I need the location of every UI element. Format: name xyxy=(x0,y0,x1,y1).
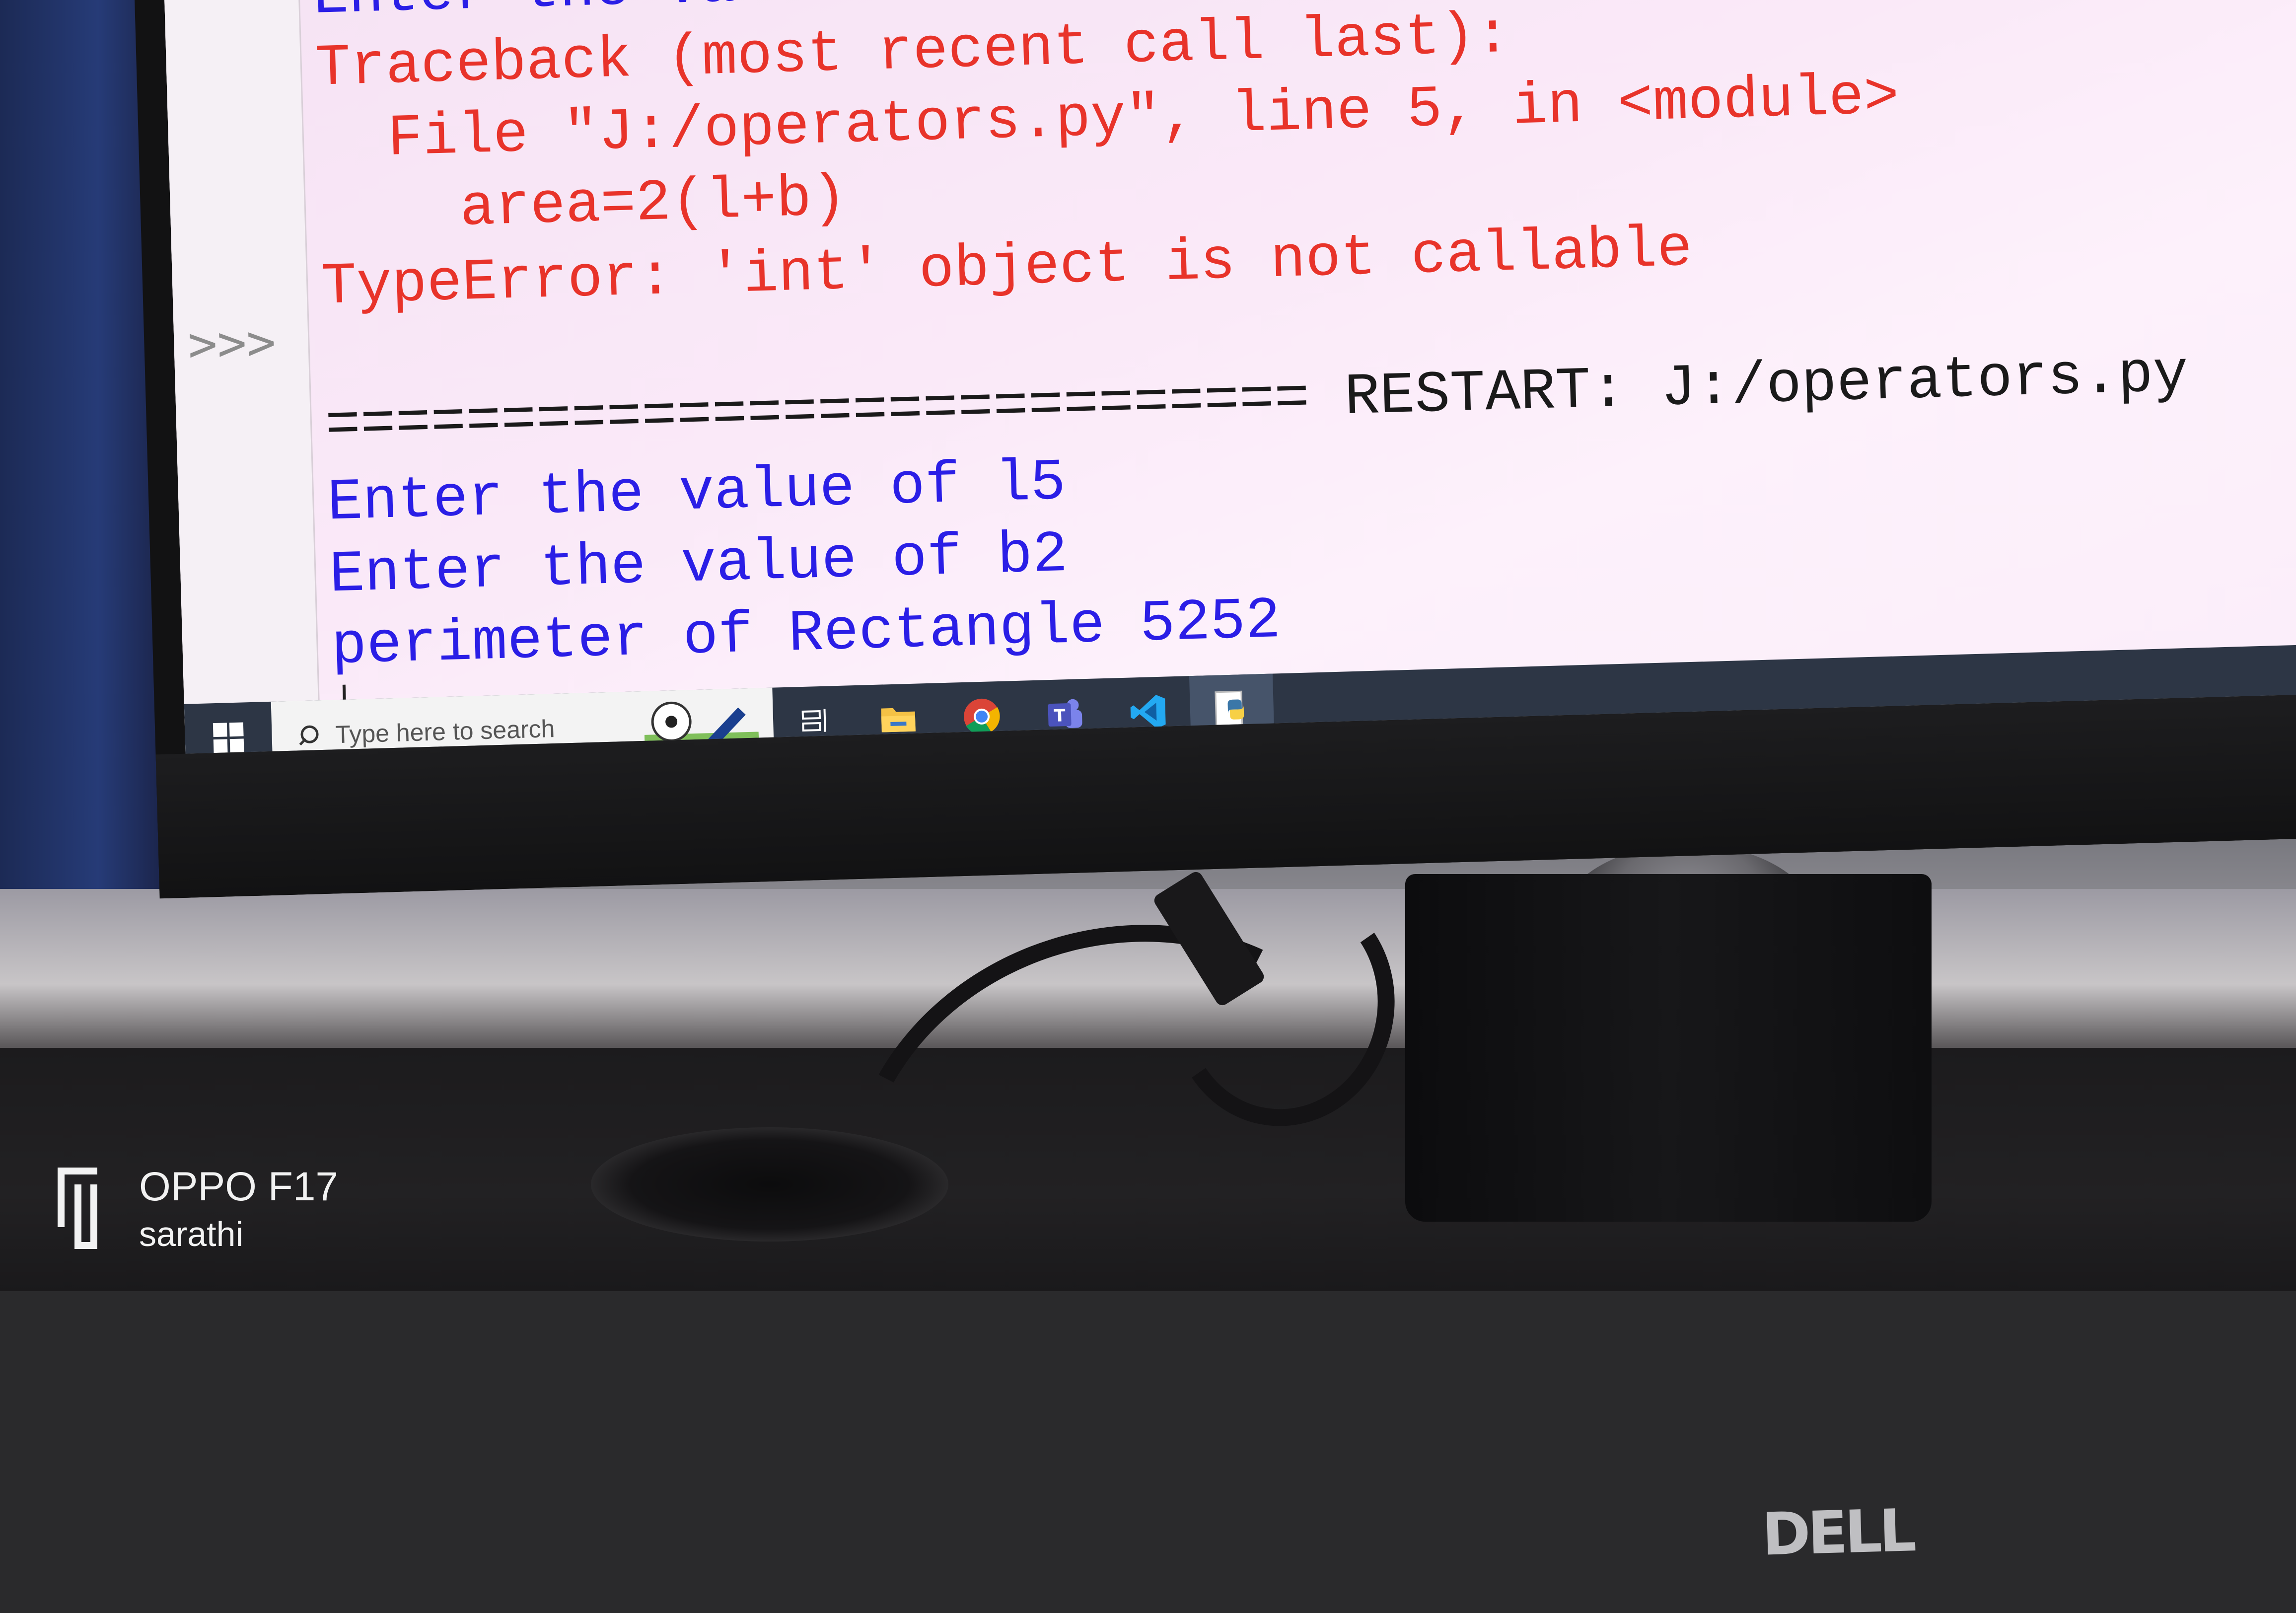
monitor-stand xyxy=(1405,874,1932,1222)
monitor: >>> Enter the value of b6 Traceback (mos… xyxy=(134,0,2296,1569)
photographer-name: sarathi xyxy=(139,1215,244,1253)
vscode-icon xyxy=(1130,695,1166,729)
oppo-logo-icon xyxy=(58,1168,97,1249)
teams-icon: T xyxy=(1048,699,1082,728)
camera-watermark: OPPO F17 sarathi xyxy=(55,1162,338,1256)
folder-icon xyxy=(881,708,916,733)
svg-text:T: T xyxy=(1054,706,1066,726)
shell-prompt: >>> xyxy=(187,314,277,373)
shell-gutter: >>> xyxy=(164,0,320,704)
shell-line-restart: ============================ RESTART: J:… xyxy=(324,341,2189,460)
windows-logo-icon xyxy=(213,722,244,753)
task-view-icon xyxy=(801,709,826,732)
phone-model: OPPO F17 xyxy=(139,1164,339,1209)
idle-shell-window[interactable]: >>> Enter the value of b6 Traceback (mos… xyxy=(164,0,2296,705)
start-button[interactable] xyxy=(184,702,273,754)
search-placeholder: Type here to search xyxy=(335,714,556,749)
search-icon xyxy=(296,725,317,745)
shell-line-traceback-code: area=2(l+b) xyxy=(318,165,848,246)
dell-logo: DELL xyxy=(1761,1496,1915,1569)
monitor-screen: >>> Enter the value of b6 Traceback (mos… xyxy=(164,0,2296,754)
